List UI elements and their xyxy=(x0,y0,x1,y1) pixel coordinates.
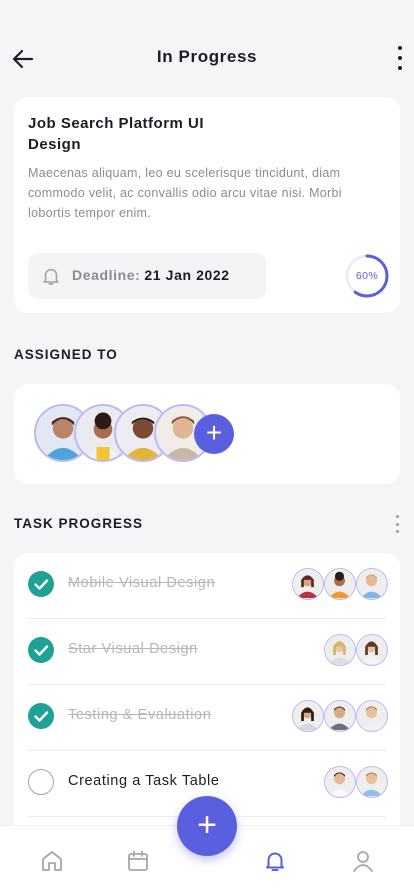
more-options-icon[interactable] xyxy=(396,46,404,70)
add-task-fab[interactable]: + xyxy=(177,796,237,856)
deadline-date: 21 Jan 2022 xyxy=(144,267,230,283)
task-label: Mobile Visual Design xyxy=(68,575,216,591)
checked-icon[interactable] xyxy=(28,637,54,663)
bell-icon xyxy=(43,268,59,285)
deadline-text: Deadline: 21 Jan 2022 xyxy=(72,267,230,283)
home-icon[interactable] xyxy=(39,848,65,874)
project-description: Maecenas aliquam, leo eu scelerisque tin… xyxy=(28,166,342,220)
progress-percent: 60% xyxy=(355,270,379,282)
avatar xyxy=(292,568,324,600)
task-row[interactable]: Mobile Visual Design xyxy=(14,553,400,619)
avatar xyxy=(356,568,388,600)
deadline-chip: Deadline: 21 Jan 2022 xyxy=(28,253,266,299)
project-card: Job Search Platform UI Design Maecenas a… xyxy=(14,97,400,313)
avatar xyxy=(324,568,356,600)
project-title: Job Search Platform UI Design xyxy=(28,115,205,153)
avatar xyxy=(356,766,388,798)
checked-icon[interactable] xyxy=(28,703,54,729)
top-bar: In Progress xyxy=(0,0,414,96)
task-label: Creating a Task Table xyxy=(68,773,220,789)
avatar xyxy=(324,766,356,798)
task-label: Star Visual Design xyxy=(68,641,198,657)
calendar-icon[interactable] xyxy=(125,848,151,874)
task-row[interactable]: Testing & Evaluation xyxy=(14,685,400,751)
task-options-icon[interactable] xyxy=(396,515,400,533)
task-progress-heading: TASK PROGRESS xyxy=(14,516,144,531)
checked-icon[interactable] xyxy=(28,571,54,597)
deadline-label: Deadline: xyxy=(72,267,141,283)
avatar xyxy=(356,634,388,666)
avatar xyxy=(292,700,324,732)
avatar xyxy=(324,700,356,732)
unchecked-icon[interactable] xyxy=(28,769,54,795)
assigned-card: + xyxy=(14,384,400,484)
task-row[interactable]: Star Visual Design xyxy=(14,619,400,685)
task-label: Testing & Evaluation xyxy=(68,707,212,723)
avatar xyxy=(356,700,388,732)
avatar xyxy=(324,634,356,666)
add-member-button[interactable]: + xyxy=(194,414,234,454)
bell-icon[interactable] xyxy=(262,848,288,874)
assigned-heading: ASSIGNED TO xyxy=(14,347,118,362)
profile-icon[interactable] xyxy=(350,848,376,874)
page-title: In Progress xyxy=(156,47,258,66)
